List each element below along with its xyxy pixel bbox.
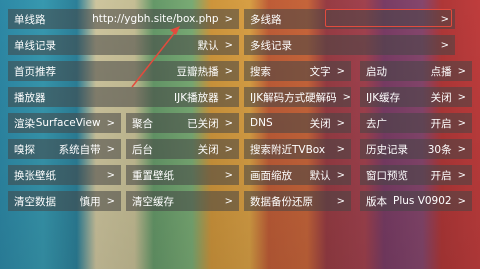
- annotation-arrow-icon: [131, 26, 180, 88]
